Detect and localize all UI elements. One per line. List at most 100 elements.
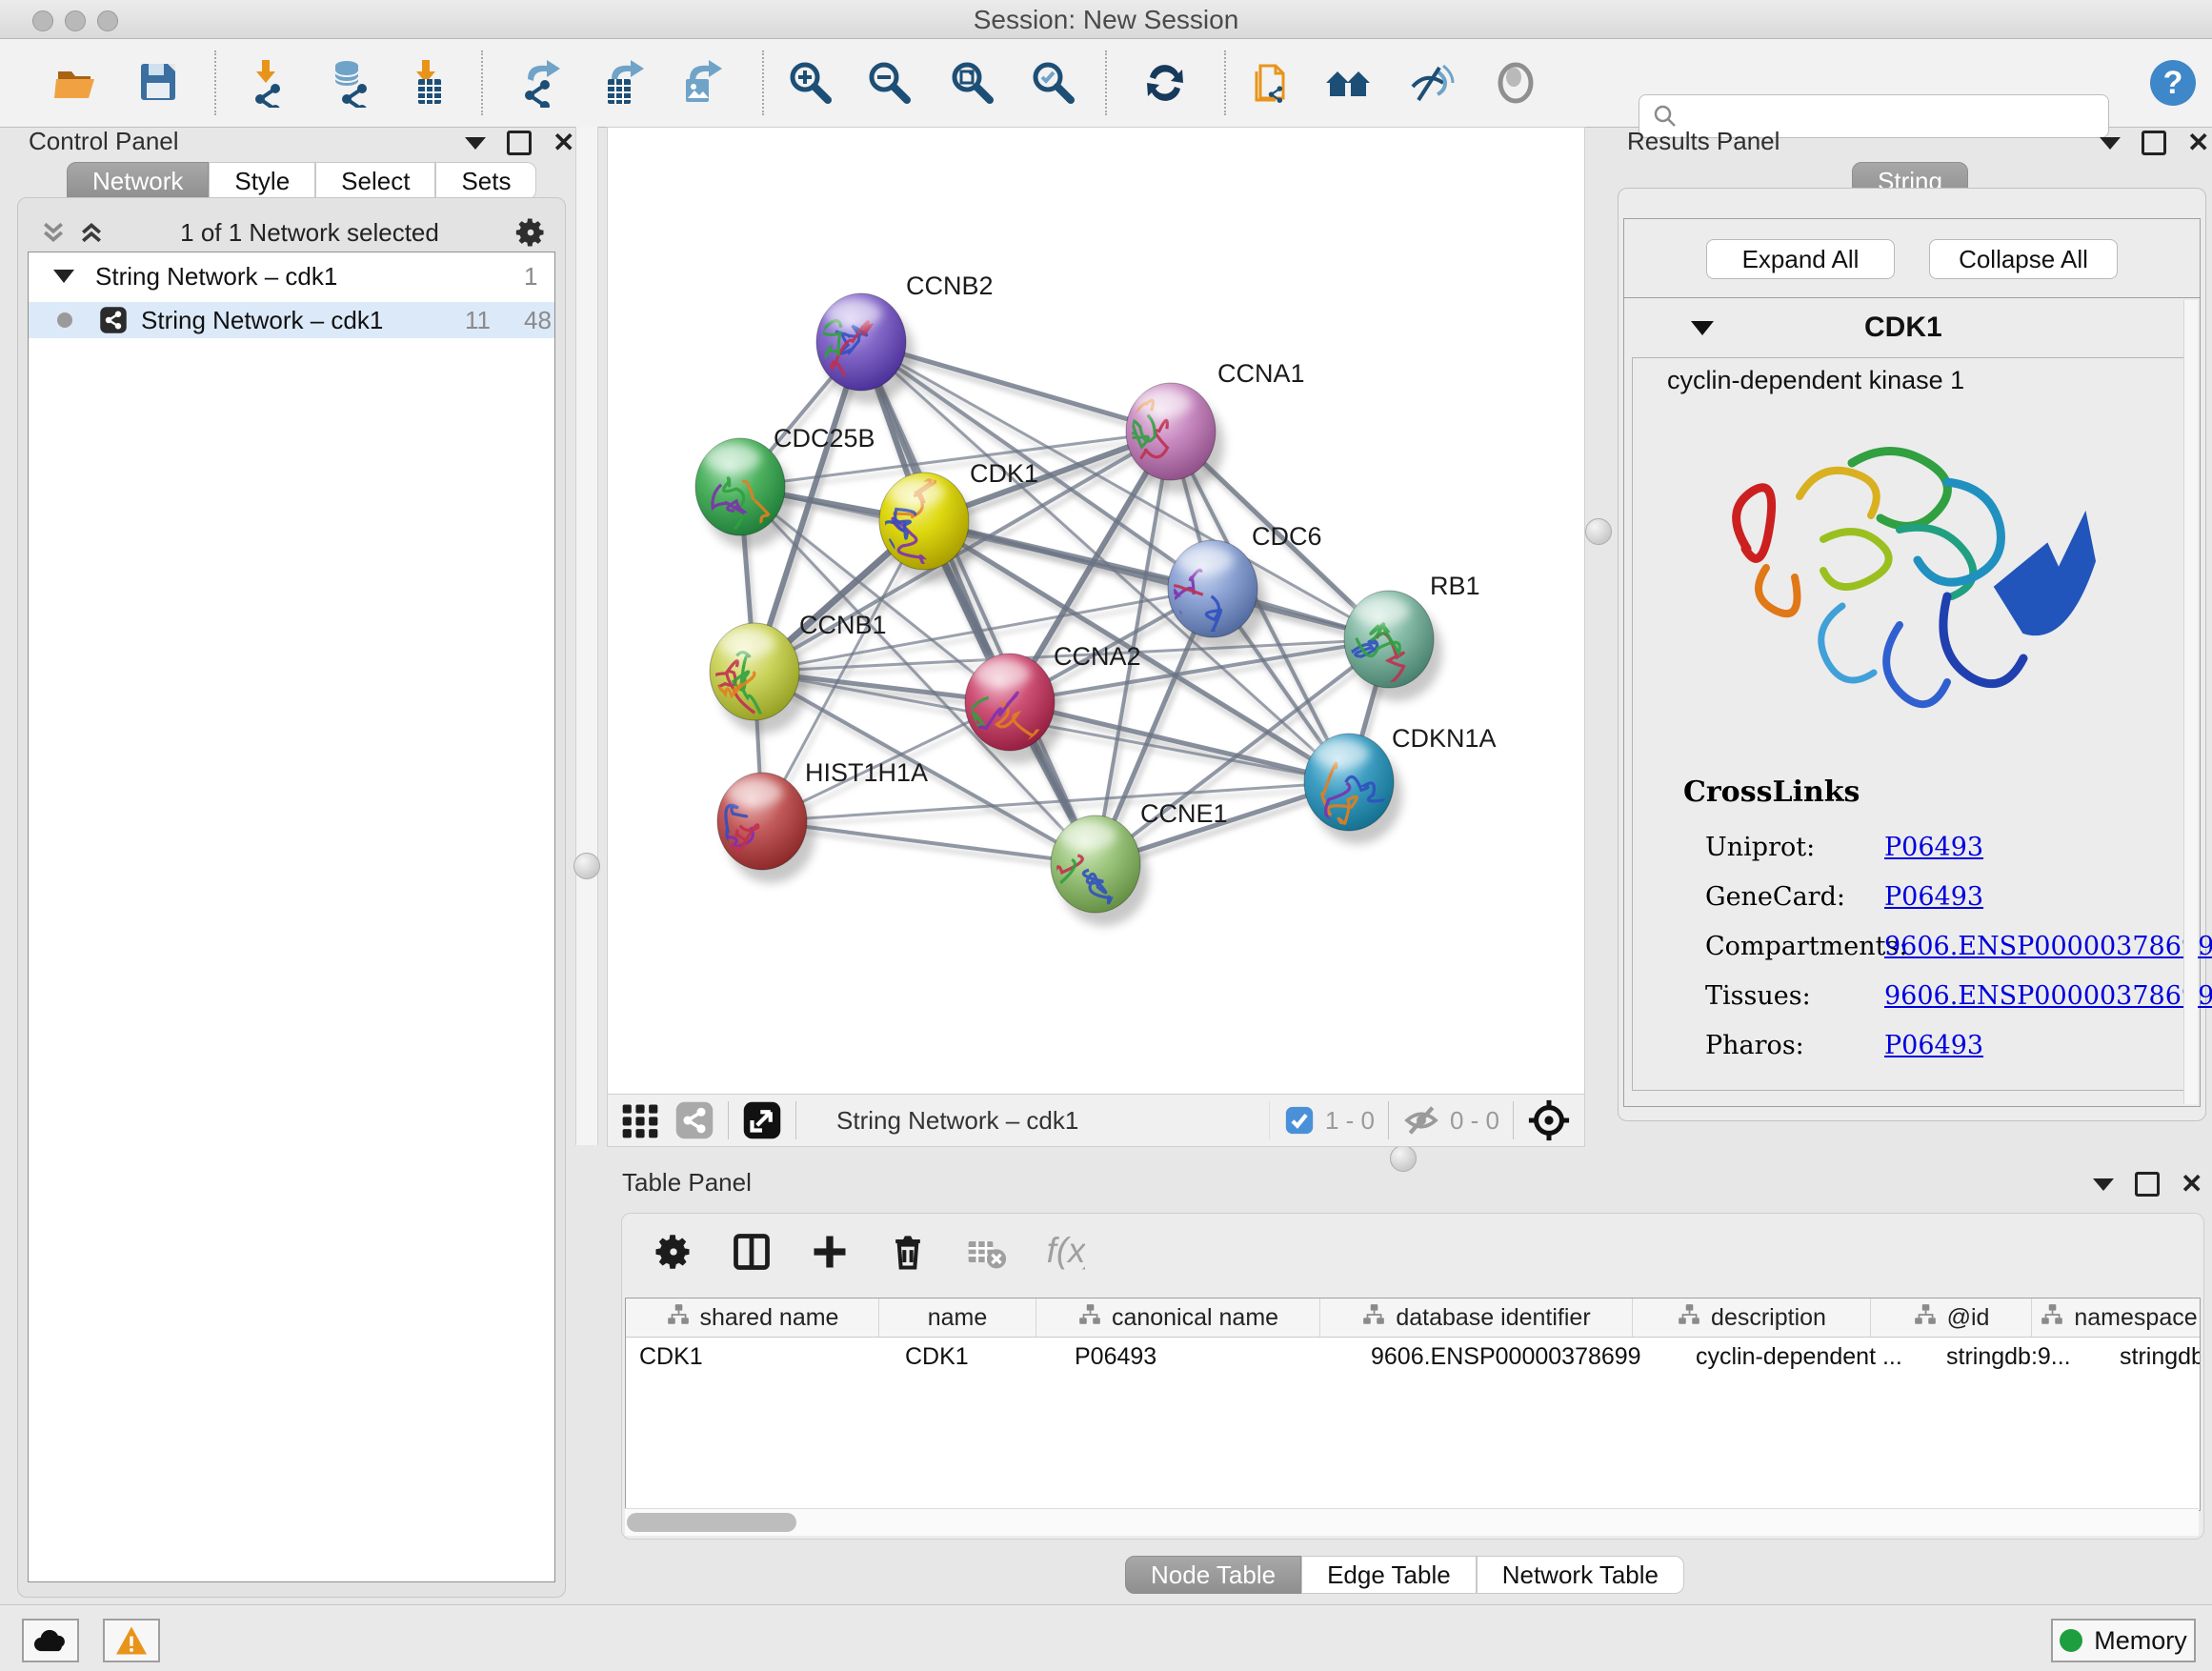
column-header-database-identifier[interactable]: database identifier bbox=[1320, 1299, 1633, 1337]
cell[interactable]: CDK1 bbox=[626, 1338, 892, 1376]
cell[interactable]: P06493 bbox=[1061, 1338, 1357, 1376]
open-session-icon[interactable] bbox=[50, 55, 105, 111]
network-type-icon bbox=[99, 306, 128, 334]
table-row[interactable]: CDK1CDK1P064939606.ENSP00000378699cyclin… bbox=[626, 1338, 2200, 1376]
tab-style[interactable]: Style bbox=[209, 162, 315, 200]
column-label: name bbox=[928, 1304, 988, 1332]
collapse-all-button[interactable]: Collapse All bbox=[1929, 239, 2118, 279]
cell[interactable]: 9606.ENSP00000378699 bbox=[1357, 1338, 1682, 1376]
node-CCNB2[interactable] bbox=[816, 293, 906, 391]
tab-edge-table[interactable]: Edge Table bbox=[1301, 1556, 1477, 1594]
close-panel-icon[interactable]: ✕ bbox=[553, 133, 574, 152]
expand-all-button[interactable]: Expand All bbox=[1706, 239, 1895, 279]
export-table-icon[interactable] bbox=[595, 55, 651, 111]
node-CCNB1[interactable] bbox=[684, 623, 799, 720]
column-header-name[interactable]: name bbox=[879, 1299, 1036, 1337]
crosslink-label: Tissues: bbox=[1705, 981, 1811, 1011]
table-horizontal-scrollbar[interactable] bbox=[625, 1508, 2199, 1536]
column-header-canonical-name[interactable]: canonical name bbox=[1036, 1299, 1320, 1337]
collapse-entry-icon[interactable] bbox=[1691, 321, 1714, 335]
import-table-icon[interactable] bbox=[400, 55, 455, 111]
float-panel-icon[interactable] bbox=[2093, 1178, 2114, 1191]
gear-icon[interactable] bbox=[513, 215, 548, 250]
node-label-CDK1: CDK1 bbox=[970, 459, 1038, 488]
cell[interactable]: CDK1 bbox=[892, 1338, 1061, 1376]
column-header-shared-name[interactable]: shared name bbox=[626, 1299, 879, 1337]
network-list: String Network – cdk1 1 String Network –… bbox=[28, 252, 555, 1582]
network-view[interactable]: CCNB2CCNA1CDC25BCDK1CDC6RB1CCNB1CCNA2CDK… bbox=[607, 127, 1585, 1147]
left-splitter[interactable] bbox=[575, 127, 598, 1145]
control-panel-tabs: NetworkStyleSelectSets bbox=[67, 162, 536, 200]
right-splitter-handle[interactable] bbox=[1585, 518, 1612, 545]
column-header-description[interactable]: description bbox=[1633, 1299, 1871, 1337]
help-button[interactable]: ? bbox=[2145, 55, 2201, 111]
node-result-header[interactable]: CDK1 bbox=[1624, 298, 2200, 357]
close-panel-icon[interactable]: ✕ bbox=[2181, 1175, 2202, 1194]
add-column-icon[interactable] bbox=[807, 1229, 853, 1275]
export-image-icon[interactable] bbox=[674, 55, 729, 111]
zoom-out-icon[interactable] bbox=[862, 55, 917, 111]
crosslink-value-link[interactable]: P06493 bbox=[1884, 882, 1983, 912]
cell[interactable]: cyclin-dependent ... bbox=[1682, 1338, 1933, 1376]
left-splitter-handle[interactable] bbox=[573, 853, 600, 879]
crosslink-value-link[interactable]: 9606.ENSP00000378699 bbox=[1884, 932, 2212, 961]
network-row[interactable]: String Network – cdk1 11 48 bbox=[29, 302, 554, 338]
refresh-icon[interactable] bbox=[1137, 55, 1193, 111]
crosslink-value-link[interactable]: 9606.ENSP00000378699 bbox=[1884, 981, 2212, 1011]
cell[interactable]: stringdb bbox=[2106, 1338, 2201, 1376]
tab-node-table[interactable]: Node Table bbox=[1125, 1556, 1301, 1594]
import-network-database-icon[interactable] bbox=[321, 55, 376, 111]
import-network-file-icon[interactable] bbox=[240, 55, 295, 111]
float-panel-icon[interactable] bbox=[2100, 137, 2121, 150]
network-collection-row[interactable]: String Network – cdk1 1 bbox=[29, 258, 554, 294]
grid-view-icon[interactable] bbox=[619, 1099, 661, 1141]
gray-eye-icon[interactable] bbox=[1488, 55, 1543, 111]
fit-selected-crosshair-icon[interactable] bbox=[1527, 1098, 1571, 1142]
delete-column-icon[interactable] bbox=[885, 1229, 931, 1275]
close-panel-icon[interactable]: ✕ bbox=[2187, 133, 2209, 152]
warning-button[interactable] bbox=[103, 1619, 160, 1662]
app-window: Session: New Session ? Control Panel ✕ N bbox=[0, 0, 2212, 1671]
hidden-eye-icon[interactable] bbox=[1402, 1101, 1440, 1139]
tab-network[interactable]: Network bbox=[67, 162, 209, 200]
export-network-icon[interactable] bbox=[512, 55, 567, 111]
crosslink-value-link[interactable]: P06493 bbox=[1884, 1031, 1983, 1060]
share-document-icon[interactable] bbox=[1248, 55, 1303, 111]
crosslink-value-link[interactable]: P06493 bbox=[1884, 833, 1983, 862]
save-session-icon[interactable] bbox=[131, 55, 186, 111]
column-header--id[interactable]: @id bbox=[1871, 1299, 2032, 1337]
network-canvas[interactable]: CCNB2CCNA1CDC25BCDK1CDC6RB1CCNB1CCNA2CDK… bbox=[608, 128, 1584, 1095]
network-label: String Network – cdk1 bbox=[141, 306, 383, 335]
birdseye-view-icon[interactable] bbox=[742, 1100, 782, 1140]
zoom-in-icon[interactable] bbox=[783, 55, 838, 111]
delete-table-icon[interactable] bbox=[963, 1229, 1009, 1275]
zoom-selected-icon[interactable] bbox=[1026, 55, 1081, 111]
memory-button[interactable]: Memory bbox=[2051, 1619, 2196, 1662]
maximize-panel-icon[interactable] bbox=[2142, 131, 2166, 155]
selected-checkbox-icon[interactable] bbox=[1283, 1104, 1316, 1137]
toolbar-separator bbox=[1105, 50, 1107, 115]
tab-sets[interactable]: Sets bbox=[435, 162, 536, 200]
network-view-icon[interactable] bbox=[674, 1100, 714, 1140]
hide-selected-icon[interactable] bbox=[1402, 55, 1458, 111]
home-icon[interactable] bbox=[1321, 55, 1377, 111]
tab-select[interactable]: Select bbox=[315, 162, 435, 200]
expand-all-icon[interactable] bbox=[77, 218, 106, 247]
maximize-panel-icon[interactable] bbox=[2135, 1172, 2160, 1197]
cloud-button[interactable] bbox=[22, 1619, 79, 1662]
tab-network-table[interactable]: Network Table bbox=[1477, 1556, 1684, 1594]
split-columns-icon[interactable] bbox=[729, 1229, 774, 1275]
column-header-namespace[interactable]: namespace bbox=[2032, 1299, 2201, 1337]
gear-icon[interactable] bbox=[651, 1229, 696, 1275]
collection-expander-icon[interactable] bbox=[53, 270, 74, 283]
scrollbar-thumb[interactable] bbox=[627, 1513, 796, 1532]
cell[interactable]: stringdb:9... bbox=[1933, 1338, 2106, 1376]
node-table[interactable]: shared name name canonical namedatabase id… bbox=[625, 1298, 2201, 1511]
zoom-fit-icon[interactable] bbox=[945, 55, 1000, 111]
function-icon[interactable]: f(x) bbox=[1041, 1229, 1087, 1275]
collapse-all-icon[interactable] bbox=[39, 218, 68, 247]
results-scrollbar[interactable] bbox=[2183, 300, 2198, 1104]
float-panel-icon[interactable] bbox=[465, 137, 486, 150]
maximize-panel-icon[interactable] bbox=[507, 131, 532, 155]
crosslink-row: GeneCard:P06493 bbox=[1705, 882, 2182, 912]
